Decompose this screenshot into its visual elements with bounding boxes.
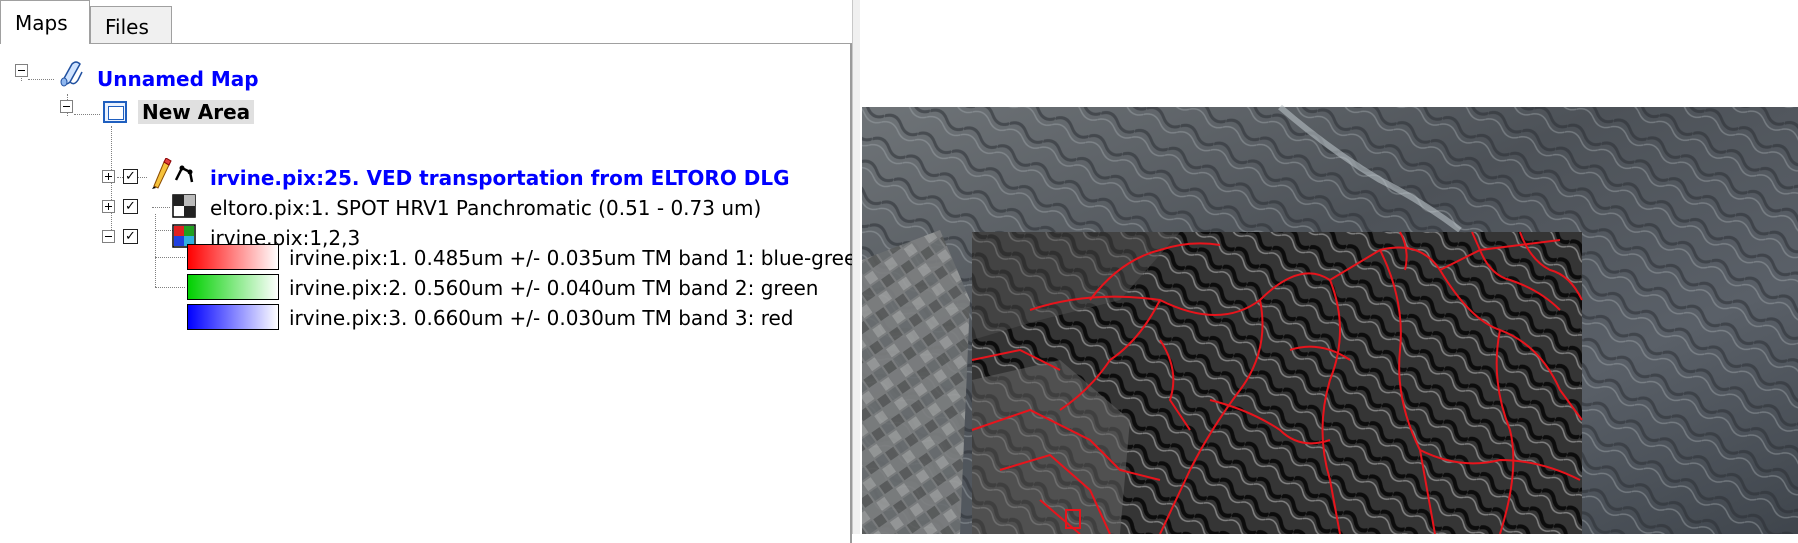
layer-3-checkbox[interactable]: ✓	[123, 229, 138, 244]
expand-layer-1-toggle[interactable]	[102, 170, 115, 183]
panel-splitter[interactable]	[852, 0, 860, 534]
map-scroll-icon	[60, 61, 83, 87]
collapse-area-toggle[interactable]	[60, 100, 73, 113]
tree-line	[74, 114, 100, 115]
collapse-layer-3-toggle[interactable]	[102, 230, 115, 243]
tree-view: Unnamed Map New Area ✓ irvine.pix:25. VE…	[0, 43, 869, 543]
vector-layer-icon	[174, 165, 194, 183]
band-3-label[interactable]: irvine.pix:3. 0.660um +/- 0.030um TM ban…	[289, 306, 794, 330]
collapse-map-toggle[interactable]	[15, 64, 28, 77]
map-node-label[interactable]: Unnamed Map	[97, 67, 259, 91]
map-canvas[interactable]	[860, 0, 1798, 535]
band-2-label[interactable]: irvine.pix:2. 0.560um +/- 0.040um TM ban…	[289, 276, 818, 300]
grayscale-raster-icon	[172, 194, 196, 218]
tree-line	[152, 207, 170, 208]
pencil-edit-icon[interactable]	[150, 158, 172, 190]
layer-2-checkbox[interactable]: ✓	[123, 199, 138, 214]
band-1-label[interactable]: irvine.pix:1. 0.485um +/- 0.035um TM ban…	[289, 246, 869, 270]
band-3-color-ramp[interactable]	[187, 304, 279, 330]
tree-line	[28, 79, 54, 80]
layer-2-label[interactable]: eltoro.pix:1. SPOT HRV1 Panchromatic (0.…	[210, 196, 761, 220]
band-2-color-ramp[interactable]	[187, 274, 279, 300]
tree-line	[155, 257, 185, 258]
panchromatic-image	[972, 232, 1582, 534]
map-view[interactable]	[860, 0, 1798, 535]
tab-files[interactable]: Files	[90, 6, 172, 44]
area-icon	[103, 101, 127, 123]
band-1-color-ramp[interactable]	[187, 244, 279, 270]
tab-maps[interactable]: Maps	[0, 0, 90, 44]
tree-line	[155, 214, 156, 287]
area-node-label[interactable]: New Area	[138, 100, 255, 124]
layer-1-checkbox[interactable]: ✓	[123, 169, 138, 184]
expand-layer-2-toggle[interactable]	[102, 200, 115, 213]
layer-1-label[interactable]: irvine.pix:25. VED transportation from E…	[210, 166, 790, 190]
maps-tree-panel: Maps Files Unnamed Map New Area ✓ irvine…	[0, 0, 869, 543]
tree-line	[155, 287, 185, 288]
